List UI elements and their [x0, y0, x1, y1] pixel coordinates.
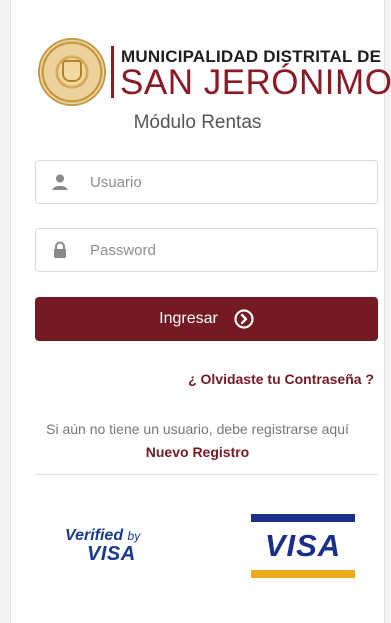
username-input[interactable]: [90, 161, 370, 203]
module-title: Módulo Rentas: [133, 112, 262, 133]
user-icon: [52, 174, 68, 190]
password-input[interactable]: [90, 229, 370, 271]
username-field[interactable]: [35, 160, 378, 204]
password-field[interactable]: [35, 228, 378, 272]
vbv-verified-text: Verified: [65, 527, 124, 544]
brand-divider: [111, 46, 114, 98]
visa-card-logo: VISA: [251, 514, 355, 578]
section-divider: [35, 474, 378, 475]
vbv-by-text: by: [127, 529, 141, 543]
new-registration-link[interactable]: Nuevo Registro: [11, 444, 384, 460]
register-prompt: Si aún no tiene un usuario, debe registr…: [46, 421, 349, 437]
lock-icon: [54, 241, 66, 258]
circle-chevron-right-icon: [234, 309, 254, 329]
visa-blue-band: [251, 514, 355, 522]
org-name-line2: SAN JERÓNIMO: [120, 63, 391, 102]
visa-gold-band: [251, 570, 355, 578]
login-submit-button[interactable]: Ingresar: [35, 297, 378, 341]
visa-wordmark: VISA: [264, 528, 342, 563]
login-submit-label: Ingresar: [159, 310, 218, 327]
verified-by-visa-logo: Verified by VISA: [65, 528, 165, 572]
forgot-password-link[interactable]: ¿ Olvidaste tu Contraseña ?: [188, 371, 374, 387]
municipal-seal-logo: [38, 38, 106, 106]
login-card: MUNICIPALIDAD DISTRITAL DE SAN JERÓNIMO …: [10, 0, 391, 623]
vbv-visa-text: VISA: [87, 543, 136, 565]
